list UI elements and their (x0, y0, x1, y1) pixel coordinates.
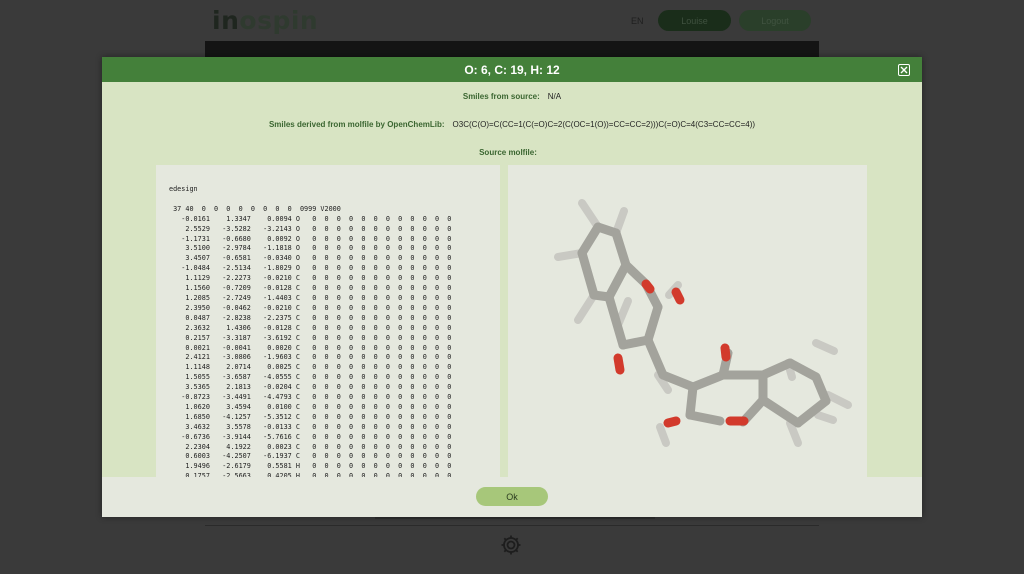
background-panel (205, 41, 819, 57)
source-molfile-label: Source molfile: (479, 148, 537, 157)
logo-text-1: in (212, 6, 240, 35)
molfile-text: edesign 37 40 0 0 0 0 0 0 0 0 0999 V2000… (169, 185, 452, 477)
molecule-3d-model (554, 199, 852, 447)
modal-title: O: 6, C: 19, H: 12 (464, 62, 560, 77)
close-icon (900, 66, 908, 74)
background-divider (205, 525, 819, 526)
molecule-3d-viewer[interactable] (508, 165, 867, 477)
smiles-derived-row: Smiles derived from molfile by OpenChemL… (102, 120, 922, 129)
logo-mark: o (239, 6, 258, 35)
smiles-source-value: N/A (547, 92, 562, 101)
molfile-text-panel[interactable]: edesign 37 40 0 0 0 0 0 0 0 0 0999 V2000… (156, 165, 500, 477)
app-logo[interactable]: inospin (212, 6, 318, 35)
user-button[interactable]: Louise (658, 10, 731, 31)
ok-button[interactable]: Ok (476, 487, 548, 506)
gear-icon (501, 535, 521, 555)
modal-footer: Ok (102, 477, 922, 517)
smiles-source-row: Smiles from source: N/A (102, 92, 922, 101)
close-button[interactable] (898, 64, 910, 76)
smiles-derived-value: O3C(C(O)=C(CC=1(C(=O)C=2(C(OC=1(O))=CC=C… (452, 120, 756, 129)
molecule-modal: O: 6, C: 19, H: 12 Smiles from source: N… (102, 57, 922, 517)
logout-button[interactable]: Logout (739, 10, 811, 31)
source-molfile-row: Source molfile: (102, 148, 922, 157)
language-selector[interactable]: EN (631, 16, 644, 26)
modal-header: O: 6, C: 19, H: 12 (102, 57, 922, 82)
smiles-derived-label: Smiles derived from molfile by OpenChemL… (268, 120, 445, 129)
logo-text-2: spin (257, 6, 319, 35)
smiles-source-label: Smiles from source: (462, 92, 540, 101)
